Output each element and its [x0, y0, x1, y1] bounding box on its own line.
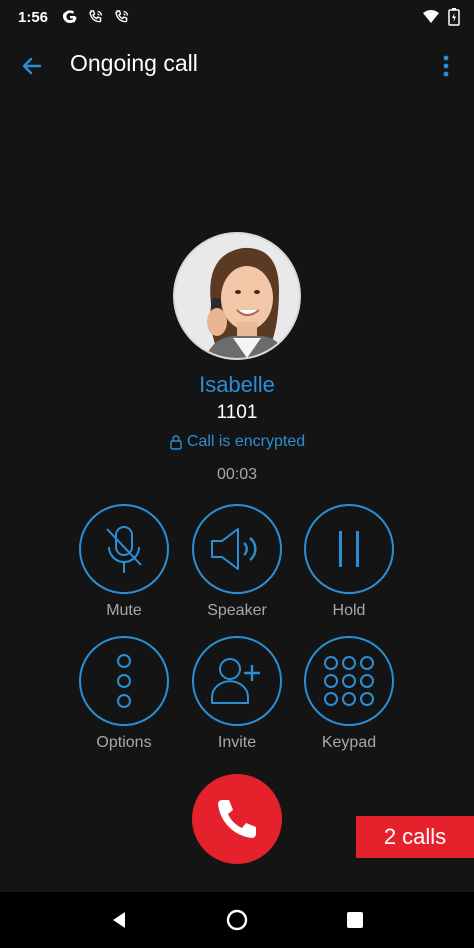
invite-label: Invite — [217, 734, 257, 751]
more-options-icon[interactable] — [436, 52, 456, 80]
keypad-label: Keypad — [321, 734, 377, 751]
phone-icon — [218, 800, 256, 838]
phone-call-icon — [89, 10, 103, 23]
speaker-circle[interactable] — [192, 504, 282, 594]
google-icon — [63, 10, 77, 23]
system-nav-bar — [0, 892, 474, 948]
wifi-icon — [423, 10, 439, 23]
hold-label: Hold — [332, 602, 366, 619]
add-user-icon — [211, 658, 260, 704]
status-time: 1:56 — [18, 8, 49, 26]
contact-avatar — [173, 232, 301, 360]
nav-recents-icon[interactable] — [341, 906, 369, 934]
phone-call-icon — [115, 10, 129, 23]
status-right — [422, 8, 460, 26]
mute-label: Mute — [106, 602, 142, 619]
options-circle[interactable] — [79, 636, 169, 726]
hold-button[interactable]: Hold — [294, 504, 404, 620]
call-duration: 00:03 — [216, 466, 258, 483]
contact-name: Isabelle — [199, 372, 275, 397]
speaker-label: Speaker — [207, 602, 267, 619]
battery-icon — [448, 8, 460, 26]
hold-circle[interactable] — [304, 504, 394, 594]
speaker-button[interactable]: Speaker — [182, 504, 292, 620]
avatar-photo — [175, 234, 299, 358]
page-title: Ongoing call — [70, 50, 198, 76]
invite-circle[interactable] — [192, 636, 282, 726]
keypad-icon — [324, 656, 374, 706]
encryption-label: Call is encrypted — [186, 433, 306, 450]
more-dots-icon — [117, 654, 131, 708]
nav-home-icon[interactable] — [223, 906, 251, 934]
keypad-button[interactable]: Keypad — [294, 636, 404, 752]
contact-number: 1101 — [216, 402, 258, 423]
invite-button[interactable]: Invite — [182, 636, 292, 752]
back-arrow-icon[interactable] — [18, 52, 46, 80]
pause-icon — [339, 531, 359, 567]
options-button[interactable]: Options — [69, 636, 179, 752]
lock-icon — [170, 435, 182, 450]
mute-button[interactable]: Mute — [69, 504, 179, 620]
keypad-circle[interactable] — [304, 636, 394, 726]
end-call-button[interactable] — [192, 774, 282, 864]
speaker-icon — [211, 528, 257, 570]
calls-count-badge[interactable]: 2 calls — [356, 816, 474, 858]
nav-back-icon[interactable] — [105, 906, 133, 934]
encryption-status: Call is encrypted — [0, 433, 474, 451]
microphone-off-icon — [106, 526, 142, 573]
status-bar: 1:56 — [0, 0, 474, 34]
mute-circle[interactable] — [79, 504, 169, 594]
options-label: Options — [96, 734, 152, 751]
app-bar: Ongoing call — [0, 34, 474, 96]
